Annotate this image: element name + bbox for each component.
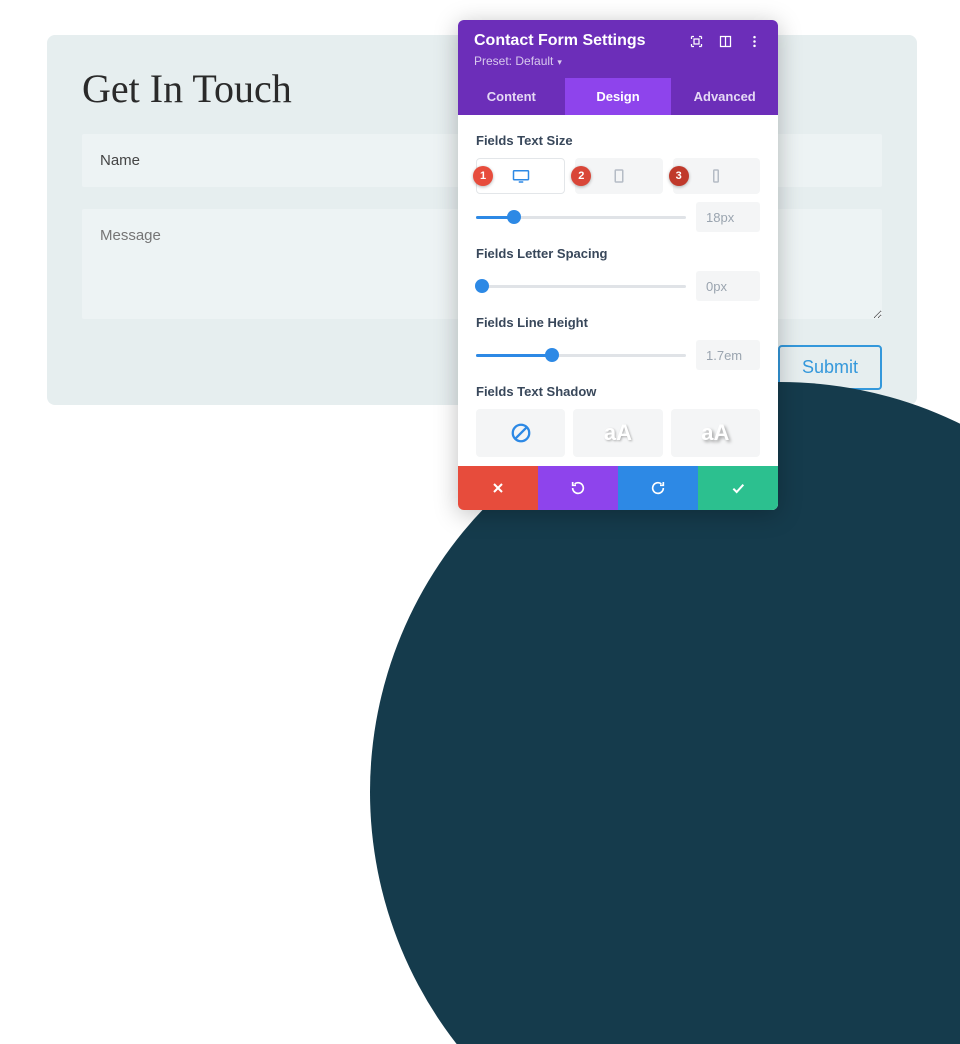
device-tablet-button[interactable]: 2 bbox=[575, 158, 662, 194]
text-shadow-option-1[interactable]: aA bbox=[573, 409, 662, 457]
tab-content[interactable]: Content bbox=[458, 78, 565, 115]
redo-button[interactable] bbox=[618, 466, 698, 510]
close-icon bbox=[490, 480, 506, 496]
annotation-badge-2: 2 bbox=[571, 166, 591, 186]
annotation-badge-3: 3 bbox=[669, 166, 689, 186]
panel-body: Fields Text Size 1 2 3 18px Fields Lette… bbox=[458, 115, 778, 466]
undo-button[interactable] bbox=[538, 466, 618, 510]
slider-thumb[interactable] bbox=[475, 279, 489, 293]
settings-panel: Contact Form Settings Preset: Default▾ C… bbox=[458, 20, 778, 510]
cancel-button[interactable] bbox=[458, 466, 538, 510]
phone-icon bbox=[707, 169, 725, 183]
settings-tabs: Content Design Advanced bbox=[458, 78, 778, 115]
text-size-slider[interactable] bbox=[476, 216, 686, 219]
device-desktop-button[interactable]: 1 bbox=[476, 158, 565, 194]
chevron-down-icon: ▾ bbox=[557, 57, 562, 67]
tab-advanced[interactable]: Advanced bbox=[671, 78, 778, 115]
text-shadow-option-2[interactable]: aA bbox=[671, 409, 760, 457]
text-size-value[interactable]: 18px bbox=[696, 202, 760, 232]
redo-icon bbox=[650, 480, 666, 496]
tab-design[interactable]: Design bbox=[565, 78, 672, 115]
desktop-icon bbox=[512, 169, 530, 183]
check-icon bbox=[730, 480, 746, 496]
panel-header: Contact Form Settings Preset: Default▾ bbox=[458, 20, 778, 78]
action-bar bbox=[458, 466, 778, 510]
none-icon bbox=[510, 422, 532, 444]
annotation-badge-1: 1 bbox=[473, 166, 493, 186]
text-shadow-label: Fields Text Shadow bbox=[476, 384, 760, 399]
letter-spacing-value[interactable]: 0px bbox=[696, 271, 760, 301]
device-phone-button[interactable]: 3 bbox=[673, 158, 760, 194]
slider-thumb[interactable] bbox=[545, 348, 559, 362]
panel-title: Contact Form Settings bbox=[474, 32, 646, 50]
more-icon[interactable] bbox=[747, 34, 762, 54]
undo-icon bbox=[570, 480, 586, 496]
line-height-slider[interactable] bbox=[476, 354, 686, 357]
slider-thumb[interactable] bbox=[507, 210, 521, 224]
tablet-icon bbox=[610, 169, 628, 183]
line-height-label: Fields Line Height bbox=[476, 315, 760, 330]
save-button[interactable] bbox=[698, 466, 778, 510]
text-shadow-none[interactable] bbox=[476, 409, 565, 457]
preset-selector[interactable]: Preset: Default▾ bbox=[474, 54, 646, 68]
letter-spacing-label: Fields Letter Spacing bbox=[476, 246, 760, 261]
text-size-label: Fields Text Size bbox=[476, 133, 760, 148]
expand-icon[interactable] bbox=[689, 34, 704, 54]
letter-spacing-slider[interactable] bbox=[476, 285, 686, 288]
layout-icon[interactable] bbox=[718, 34, 733, 54]
line-height-value[interactable]: 1.7em bbox=[696, 340, 760, 370]
